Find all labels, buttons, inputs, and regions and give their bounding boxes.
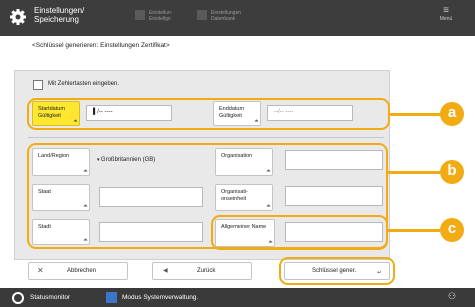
breadcrumb: <Schlüssel generieren: Einstellungen Zer… — [32, 42, 170, 49]
user-icon[interactable]: ⚇ — [448, 291, 456, 302]
callout-frame-c — [211, 215, 388, 250]
settings-title[interactable]: Einstellungen/ Speicherung — [34, 6, 94, 24]
generate-key-button[interactable]: Schlüssel gener. ↵ — [284, 262, 390, 280]
back-arrow-icon: ◀ — [163, 268, 168, 274]
topbar-button-1[interactable]: Einstellun- Einstellgn — [135, 6, 185, 30]
gear-icon[interactable] — [9, 8, 27, 26]
system-mode-label: Modus Systemverwaltung. — [122, 294, 199, 301]
system-mode-icon — [106, 292, 117, 303]
callout-badge-a: a — [440, 102, 464, 126]
checkbox-label: Mit Zehlertasten eingeben. — [48, 81, 120, 87]
database-icon — [197, 10, 207, 20]
callout-frame-a — [27, 98, 390, 130]
menu-button[interactable]: ≡ Menü — [436, 6, 456, 30]
back-button[interactable]: ◀ Zurück — [152, 262, 252, 280]
numeric-keys-checkbox[interactable] — [33, 80, 43, 90]
divider — [28, 137, 384, 138]
menu-icon: ≡ — [443, 5, 449, 16]
callout-line-a — [390, 113, 442, 116]
status-monitor-label[interactable]: Statusmonitor — [30, 294, 70, 301]
status-bar — [0, 288, 475, 307]
topbar-button-2[interactable]: Einstellungen Datenbank — [197, 6, 247, 30]
close-icon: ✕ — [37, 266, 44, 275]
callout-badge-b: b — [440, 160, 464, 184]
cancel-button[interactable]: ✕ Abbrechen — [28, 262, 128, 280]
enter-icon: ↵ — [377, 270, 383, 276]
callout-line-c — [388, 229, 440, 232]
screen-icon — [135, 10, 145, 20]
callout-line-b — [388, 171, 440, 174]
callout-badge-c: c — [440, 218, 464, 242]
status-monitor-icon — [12, 292, 24, 304]
